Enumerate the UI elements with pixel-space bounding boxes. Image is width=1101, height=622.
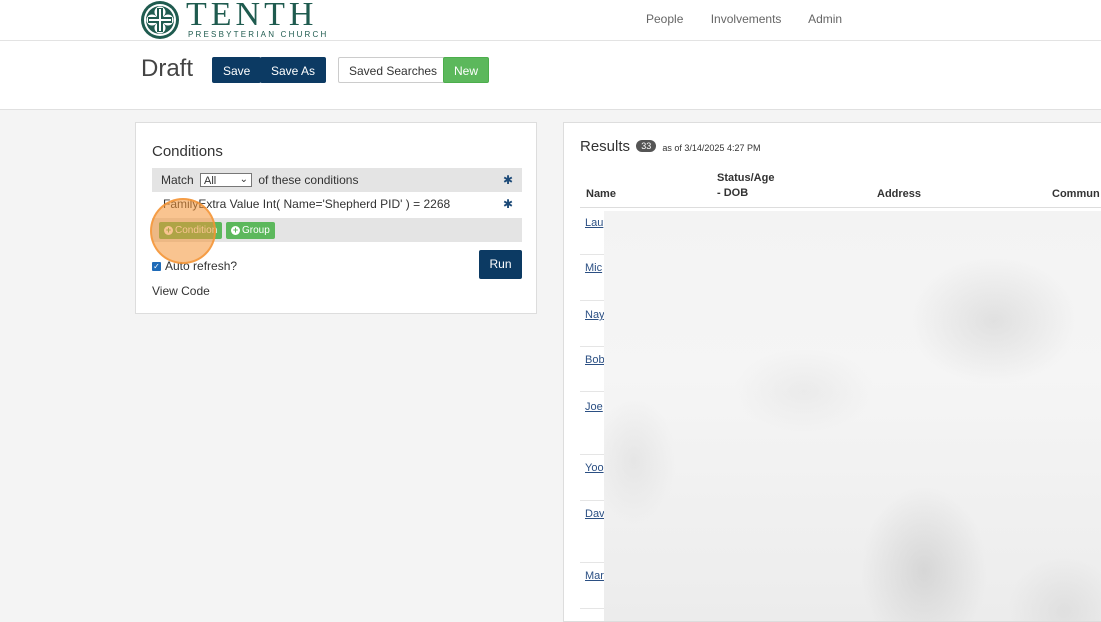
results-count-badge: 33 bbox=[636, 140, 657, 152]
add-row: + Condition + Group bbox=[152, 218, 522, 242]
result-row-link[interactable]: Nay bbox=[585, 309, 605, 321]
column-header-name[interactable]: Name bbox=[586, 187, 616, 202]
redacted-results-blur bbox=[604, 211, 1101, 621]
header-divider bbox=[580, 207, 1101, 208]
column-header-community[interactable]: Commun bbox=[1052, 187, 1100, 202]
plus-circle-icon: + bbox=[164, 225, 173, 235]
auto-refresh-label: Auto refresh? bbox=[165, 259, 238, 273]
page-header: Draft Save Save As Saved Searches New bbox=[0, 41, 1101, 110]
plus-circle-icon: + bbox=[231, 225, 240, 235]
condition-text: FamilyExtra Value Int( Name='Shepherd PI… bbox=[163, 197, 451, 211]
column-header-address[interactable]: Address bbox=[877, 187, 921, 202]
brand-name: TENTH bbox=[186, 0, 318, 33]
nav-item-people[interactable]: People bbox=[646, 12, 683, 26]
results-panel: Results 33 as of 3/14/2025 4:27 PM Name … bbox=[563, 122, 1101, 622]
add-condition-label: Condition bbox=[175, 225, 218, 236]
add-condition-button[interactable]: + Condition bbox=[159, 222, 223, 239]
view-code-link[interactable]: View Code bbox=[152, 284, 210, 298]
top-bar: TENTH PRESBYTERIAN CHURCH People Involve… bbox=[0, 0, 1101, 41]
save-button[interactable]: Save bbox=[212, 57, 262, 83]
conditions-title: Conditions bbox=[152, 143, 223, 160]
add-group-button[interactable]: + Group bbox=[226, 222, 275, 239]
saved-searches-button[interactable]: Saved Searches bbox=[338, 57, 449, 83]
page-title: Draft bbox=[141, 55, 194, 82]
condition-row[interactable]: FamilyExtra Value Int( Name='Shepherd PI… bbox=[152, 192, 522, 217]
new-button[interactable]: New bbox=[443, 57, 490, 83]
chevron-down-icon: ⌄ bbox=[239, 173, 249, 185]
result-row-link[interactable]: Joe bbox=[585, 401, 603, 413]
column-header-status[interactable]: Status/Age - DOB bbox=[717, 171, 774, 201]
result-row-link[interactable]: Mic bbox=[585, 262, 602, 274]
save-as-button[interactable]: Save As bbox=[260, 57, 327, 83]
match-select[interactable]: All ⌄ bbox=[200, 172, 253, 187]
run-button[interactable]: Run bbox=[479, 250, 522, 279]
auto-refresh-toggle[interactable]: ✓ Auto refresh? bbox=[152, 259, 237, 273]
nav-item-admin[interactable]: Admin bbox=[808, 12, 842, 26]
result-row-link[interactable]: Dav bbox=[585, 508, 605, 520]
main-nav: People Involvements Admin bbox=[646, 12, 866, 26]
result-row-link[interactable]: Yoo bbox=[585, 462, 604, 474]
column-header-status-line1: Status/Age bbox=[717, 172, 775, 184]
nav-item-involvements[interactable]: Involvements bbox=[711, 12, 782, 26]
match-select-value: All bbox=[204, 174, 217, 187]
result-row-link[interactable]: Bob bbox=[585, 354, 605, 366]
match-suffix: of these conditions bbox=[258, 173, 359, 187]
match-row: Match All ⌄ of these conditions ✱ bbox=[152, 168, 522, 192]
condition-gear-icon[interactable]: ✱ bbox=[503, 192, 513, 217]
match-prefix: Match bbox=[161, 173, 194, 187]
results-title: Results bbox=[580, 138, 631, 155]
add-group-label: Group bbox=[242, 225, 270, 236]
results-header: Results 33 as of 3/14/2025 4:27 PM bbox=[580, 138, 760, 155]
church-logo-icon bbox=[141, 1, 179, 39]
brand-subtitle: PRESBYTERIAN CHURCH bbox=[188, 30, 329, 39]
results-timestamp: as of 3/14/2025 4:27 PM bbox=[662, 143, 761, 153]
column-header-status-line2: - DOB bbox=[717, 187, 749, 199]
result-row-link[interactable]: Lau bbox=[585, 217, 603, 229]
gear-icon[interactable]: ✱ bbox=[503, 168, 513, 192]
result-row-link[interactable]: Mar bbox=[585, 570, 604, 582]
conditions-panel: Conditions Match All ⌄ of these condition… bbox=[135, 122, 537, 314]
auto-refresh-checkbox[interactable]: ✓ bbox=[152, 262, 161, 272]
